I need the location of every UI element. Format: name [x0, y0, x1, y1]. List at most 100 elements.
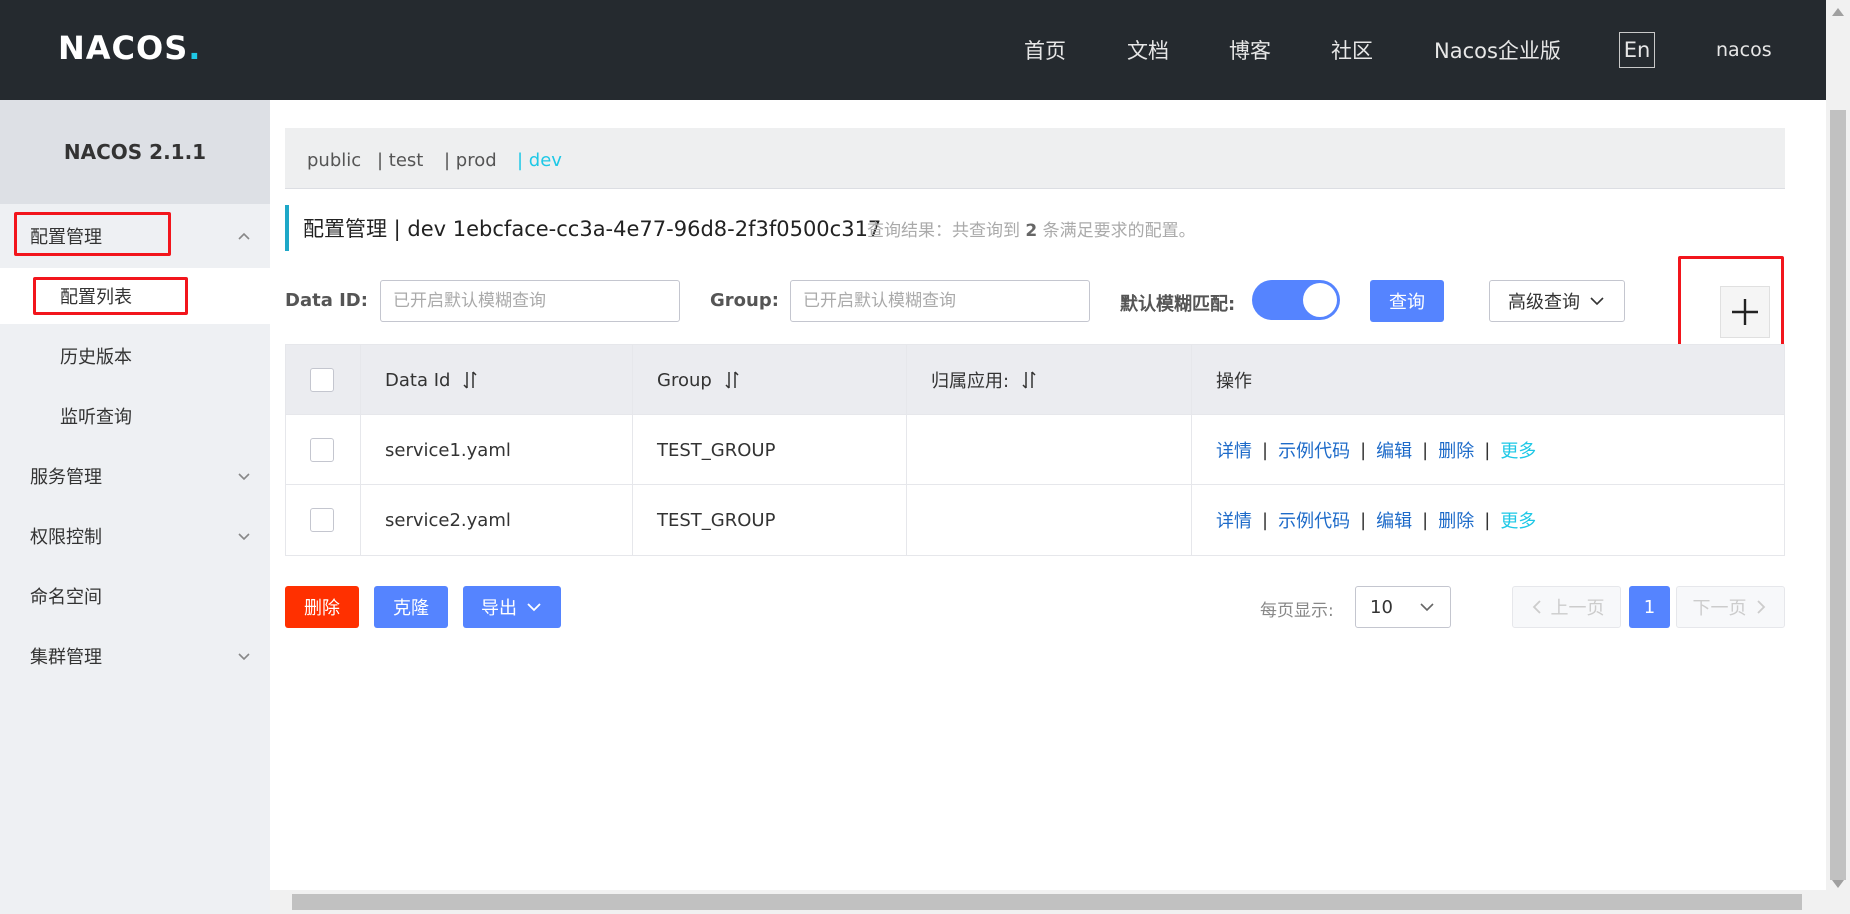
dataid-search-input[interactable] — [380, 280, 680, 322]
vertical-scrollbar[interactable] — [1826, 0, 1850, 914]
fuzzy-match-label: 默认模糊匹配: — [1120, 294, 1236, 315]
table-row: service1.yaml TEST_GROUP 详情 | 示例代码 | 编辑 | 删… — [286, 415, 1784, 485]
nav-home[interactable]: 首页 — [1024, 0, 1066, 100]
nav-enterprise[interactable]: Nacos企业版 — [1434, 0, 1561, 100]
cell-operations: 详情 | 示例代码 | 编辑 | 删除 | 更多 — [1192, 415, 1784, 485]
header-checkbox-cell — [286, 345, 361, 415]
chevron-left-icon — [1532, 600, 1541, 614]
header-app[interactable]: 归属应用: — [907, 345, 1192, 415]
config-table: Data Id Group 归属应用: 操作 service1.yaml TES… — [285, 344, 1785, 556]
scroll-up-arrow-icon[interactable] — [1832, 8, 1844, 16]
chevron-down-icon — [1590, 297, 1604, 306]
sample-code-link[interactable]: 示例代码 — [1278, 507, 1350, 533]
prev-page-button[interactable]: 上一页 — [1512, 586, 1621, 628]
row-checkbox-cell — [286, 485, 361, 555]
cell-group: TEST_GROUP — [633, 485, 907, 555]
namespace-bar: public | test | prod | dev — [285, 128, 1785, 189]
scrollbar-thumb[interactable] — [1830, 110, 1846, 880]
cell-group: TEST_GROUP — [633, 415, 907, 485]
namespace-public[interactable]: public — [307, 150, 361, 171]
sidebar-item-label: 历史版本 — [60, 347, 132, 368]
next-page-button[interactable]: 下一页 — [1676, 586, 1785, 628]
row-checkbox-cell — [286, 415, 361, 485]
namespace-prod[interactable]: | prod — [444, 150, 497, 171]
detail-link[interactable]: 详情 — [1216, 437, 1252, 463]
namespace-dev[interactable]: | dev — [517, 150, 562, 171]
add-config-button[interactable] — [1720, 286, 1770, 338]
sidebar-item-history[interactable]: 历史版本 — [0, 328, 270, 384]
switch-knob — [1303, 283, 1337, 317]
sidebar-item-label: 集群管理 — [30, 647, 102, 668]
clone-button[interactable]: 克隆 — [374, 586, 448, 628]
cell-dataid: service2.yaml — [361, 485, 633, 555]
cell-operations: 详情 | 示例代码 | 编辑 | 删除 | 更多 — [1192, 485, 1784, 555]
more-link[interactable]: 更多 — [1500, 437, 1536, 463]
horizontal-scrollbar[interactable] — [270, 890, 1826, 914]
scroll-down-arrow-icon[interactable] — [1832, 880, 1844, 888]
nav-community[interactable]: 社区 — [1331, 0, 1373, 100]
table-header-row: Data Id Group 归属应用: 操作 — [286, 345, 1784, 415]
sidebar-item-service-management[interactable]: 服务管理 — [0, 448, 270, 504]
cell-dataid: service1.yaml — [361, 415, 633, 485]
edit-link[interactable]: 编辑 — [1376, 437, 1412, 463]
nav-blog[interactable]: 博客 — [1229, 0, 1271, 100]
query-result-text: 查询结果：共查询到 2 条满足要求的配置。 — [867, 220, 1196, 241]
language-toggle-button[interactable]: En — [1619, 32, 1655, 68]
scrollbar-thumb[interactable] — [292, 894, 1802, 910]
sort-icon — [463, 371, 477, 389]
cell-app — [907, 485, 1192, 555]
plus-icon — [1732, 299, 1758, 325]
header-group[interactable]: Group — [633, 345, 907, 415]
group-search-input[interactable] — [790, 280, 1090, 322]
sidebar-item-label: 命名空间 — [30, 587, 102, 608]
sample-code-link[interactable]: 示例代码 — [1278, 437, 1350, 463]
sort-icon — [725, 371, 739, 389]
user-name[interactable]: nacos — [1716, 0, 1772, 100]
more-link[interactable]: 更多 — [1500, 507, 1536, 533]
detail-link[interactable]: 详情 — [1216, 507, 1252, 533]
highlight-box-config-management — [14, 212, 171, 256]
logo-text: NACOS — [58, 29, 189, 67]
chevron-down-icon — [238, 653, 250, 661]
sidebar-item-listener-query[interactable]: 监听查询 — [0, 388, 270, 444]
chevron-down-icon — [527, 603, 541, 612]
select-all-checkbox[interactable] — [310, 368, 334, 392]
advanced-query-button[interactable]: 高级查询 — [1489, 280, 1625, 322]
page-title-row: 配置管理 | dev 1ebcface-cc3a-4e77-96d8-2f3f0… — [285, 205, 1785, 251]
page-size-select[interactable]: 10 — [1355, 586, 1451, 628]
chevron-down-icon — [1420, 603, 1434, 612]
page-size-label: 每页显示: — [1260, 601, 1334, 621]
sidebar-item-namespace[interactable]: 命名空间 — [0, 568, 270, 624]
cell-app — [907, 415, 1192, 485]
export-button[interactable]: 导出 — [463, 586, 561, 628]
logo-dot: . — [188, 29, 201, 67]
nav-docs[interactable]: 文档 — [1127, 0, 1169, 100]
row-checkbox[interactable] — [310, 508, 334, 532]
table-row: service2.yaml TEST_GROUP 详情 | 示例代码 | 编辑 | 删… — [286, 485, 1784, 555]
batch-delete-button[interactable]: 删除 — [285, 586, 359, 628]
chevron-down-icon — [238, 533, 250, 541]
sidebar-item-label: 服务管理 — [30, 467, 102, 488]
delete-link[interactable]: 删除 — [1438, 507, 1474, 533]
page-1-button[interactable]: 1 — [1629, 586, 1670, 628]
edit-link[interactable]: 编辑 — [1376, 507, 1412, 533]
group-label: Group: — [710, 290, 779, 311]
sort-icon — [1022, 371, 1036, 389]
search-button[interactable]: 查询 — [1370, 280, 1444, 322]
fuzzy-match-switch[interactable] — [1252, 280, 1340, 320]
dataid-label: Data ID: — [285, 290, 368, 311]
sidebar-item-cluster-management[interactable]: 集群管理 — [0, 628, 270, 684]
page-title: 配置管理 | dev 1ebcface-cc3a-4e77-96d8-2f3f0… — [303, 217, 882, 241]
row-checkbox[interactable] — [310, 438, 334, 462]
namespace-test[interactable]: | test — [377, 150, 423, 171]
header-dataid[interactable]: Data Id — [361, 345, 633, 415]
sidebar-item-label: 监听查询 — [60, 407, 132, 428]
result-count: 2 — [1025, 220, 1038, 241]
header-operations: 操作 — [1216, 371, 1252, 392]
chevron-up-icon — [238, 232, 250, 240]
top-navbar: NACOS. 首页 文档 博客 社区 Nacos企业版 En nacos — [0, 0, 1826, 100]
delete-link[interactable]: 删除 — [1438, 437, 1474, 463]
sidebar-item-permission-control[interactable]: 权限控制 — [0, 508, 270, 564]
version-title: NACOS 2.1.1 — [0, 100, 270, 204]
nacos-logo[interactable]: NACOS. — [58, 29, 201, 67]
